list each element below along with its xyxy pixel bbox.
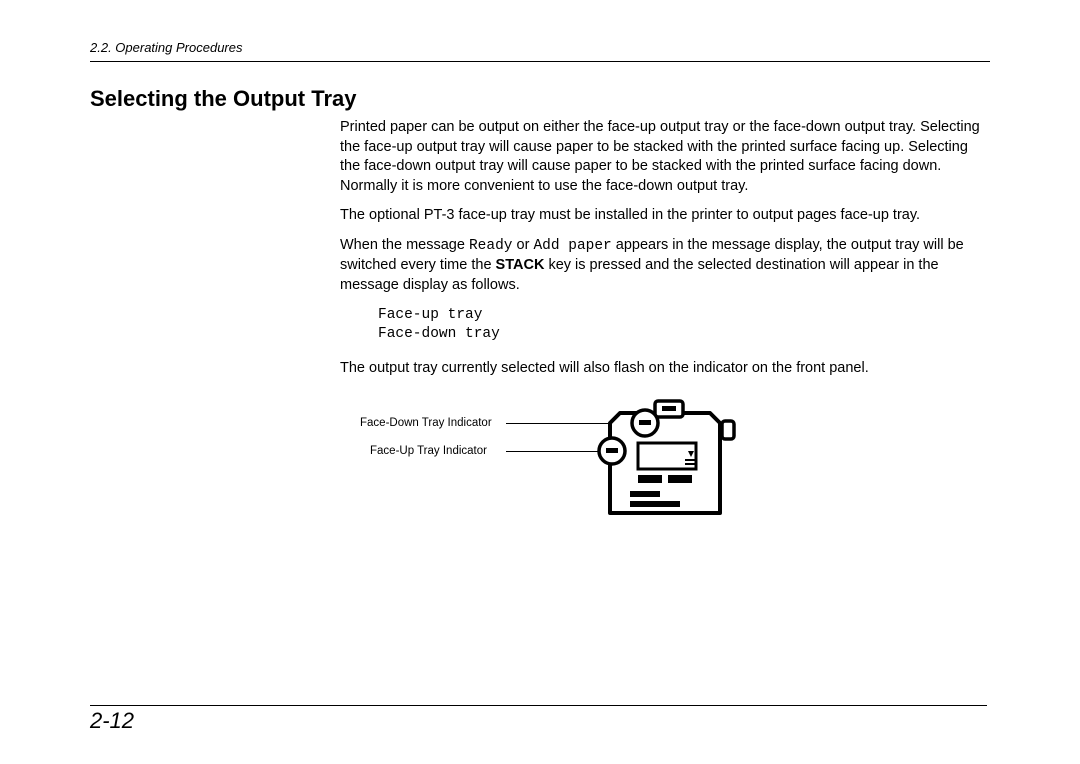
p3-text: When the message	[340, 237, 469, 253]
p3-text: or	[512, 237, 533, 253]
paragraph-1: Printed paper can be output on either th…	[340, 118, 990, 196]
face-up-indicator-label: Face-Up Tray Indicator	[370, 444, 487, 460]
paragraph-4: The output tray currently selected will …	[340, 359, 990, 379]
printer-icon	[590, 393, 750, 533]
page-number: 2-12	[90, 705, 987, 734]
stack-key: STACK	[496, 257, 545, 273]
body-text: Printed paper can be output on either th…	[340, 118, 990, 558]
manual-page: 2.2. Operating Procedures Selecting the …	[0, 0, 1080, 764]
face-down-indicator-label: Face-Down Tray Indicator	[360, 416, 492, 432]
indicator-figure: Face-Down Tray Indicator Face-Up Tray In…	[340, 388, 990, 558]
section-heading: Selecting the Output Tray	[90, 86, 990, 112]
paragraph-3: When the message Ready or Add paper appe…	[340, 236, 990, 296]
ready-keyword: Ready	[469, 238, 513, 254]
message-display-sample: Face-up tray Face-down tray	[378, 306, 990, 345]
running-header: 2.2. Operating Procedures	[90, 40, 990, 62]
addpaper-keyword: Add paper	[533, 238, 611, 254]
paragraph-2: The optional PT-3 face-up tray must be i…	[340, 206, 990, 226]
